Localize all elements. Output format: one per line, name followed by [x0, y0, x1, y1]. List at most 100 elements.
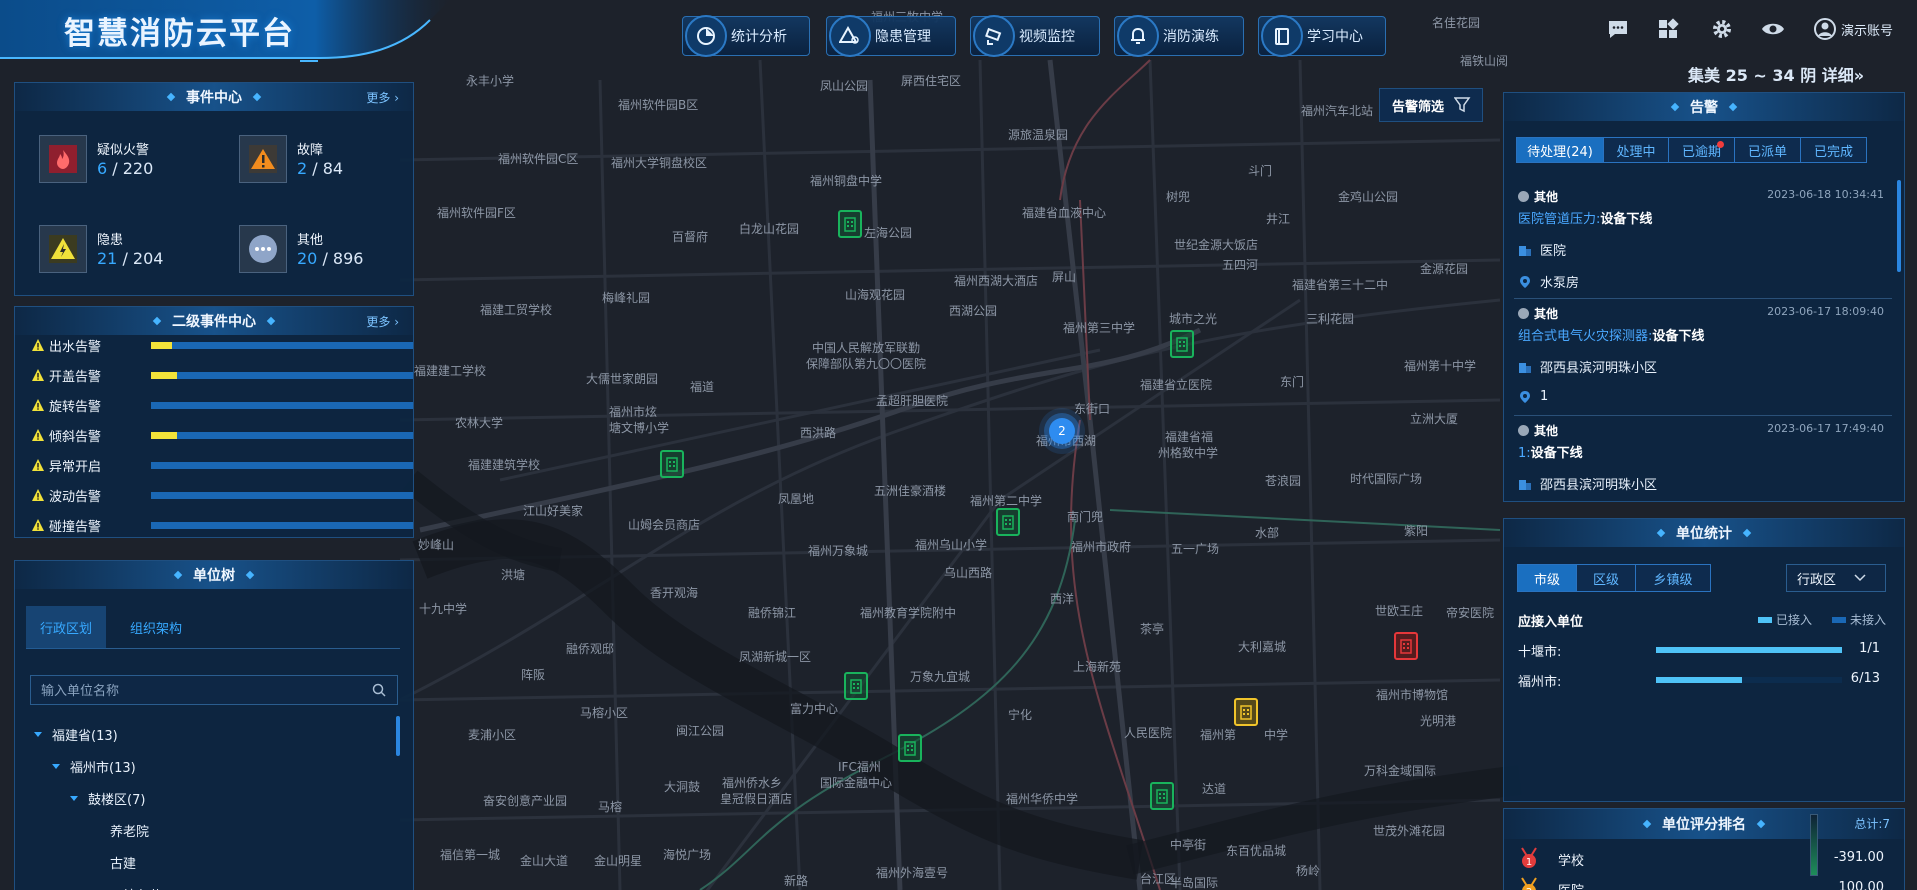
map-marker-building[interactable]	[1150, 782, 1174, 810]
map-marker-building[interactable]	[660, 450, 684, 478]
secondary-event-row[interactable]: 旋转告警	[31, 395, 413, 415]
tab-township-level[interactable]: 乡镇级	[1635, 564, 1711, 592]
ranking-row[interactable]: 2 医院 100.00	[1518, 876, 1884, 890]
tree-node[interactable]: 养老院	[110, 821, 149, 840]
map-place-label: 福州市炫	[609, 405, 658, 419]
tab-alert-completed[interactable]: 已完成	[1800, 137, 1867, 163]
nav-video-monitor[interactable]: 视频监控	[970, 15, 1100, 57]
search-icon[interactable]	[372, 683, 386, 697]
user-name[interactable]: 演示账号	[1841, 20, 1893, 39]
ranking-header: 单位评分排名 总计:7	[1504, 809, 1904, 839]
nav-fire-drill[interactable]: 消防演练	[1114, 15, 1244, 57]
apps-grid-icon[interactable]	[1656, 17, 1680, 41]
tree-node[interactable]: 福建省(13)	[34, 725, 118, 744]
caret-down-icon[interactable]	[52, 764, 60, 769]
secondary-event-row[interactable]: 开盖告警	[31, 365, 413, 385]
tab-city-level[interactable]: 市级	[1517, 564, 1577, 592]
tab-org-structure[interactable]: 组织架构	[116, 606, 196, 649]
map-place-label: 达道	[1202, 782, 1227, 796]
alert-item[interactable]: 其他 2023-06-17 17:49:40 1:设备下线 邵西县滨河明珠小区	[1518, 422, 1884, 527]
tab-alert-dispatched[interactable]: 已派单	[1734, 137, 1801, 163]
tree-scrollbar[interactable]	[396, 716, 400, 756]
weather-info[interactable]: 集美 25 ~ 34 阴 详细»	[1688, 62, 1864, 86]
event-center-more-link[interactable]: 更多 ›	[366, 89, 399, 106]
tab-alert-overdue[interactable]: 已逾期	[1668, 137, 1735, 163]
unit-stats-row[interactable]: 十堰市: 1/1	[1518, 641, 1884, 660]
caret-down-icon[interactable]	[34, 732, 42, 737]
caret-down-icon[interactable]	[70, 796, 78, 801]
ranking-row[interactable]: 1 学校 -391.00	[1518, 846, 1884, 870]
map-marker-building[interactable]	[844, 672, 868, 700]
more-dots-icon	[1518, 308, 1529, 319]
tab-alert-processing[interactable]: 处理中	[1603, 137, 1669, 163]
tab-admin-division[interactable]: 行政区划	[26, 606, 107, 649]
secondary-event-bar-fill	[151, 341, 172, 349]
tab-district-level[interactable]: 区级	[1576, 564, 1636, 592]
map-place-label: 妙峰山	[418, 538, 455, 552]
alert-item[interactable]: 其他 2023-06-18 10:34:41 医院管道压力:设备下线 医院 水泵房	[1514, 188, 1892, 299]
nav-learning-center[interactable]: 学习中心	[1258, 15, 1386, 57]
eye-icon[interactable]	[1761, 17, 1785, 41]
unit-stats-title: 单位统计	[1676, 526, 1732, 542]
map-place-label: 福建省第三十二中	[1292, 278, 1389, 292]
nav-hazard-management[interactable]: 隐患管理	[826, 15, 956, 57]
secondary-event-bar	[151, 371, 413, 379]
map-place-label: IFC福州	[838, 760, 881, 774]
location-pin-icon	[1520, 275, 1530, 288]
alert-scrollbar[interactable]	[1897, 180, 1901, 272]
alert-item[interactable]: 其他 2023-06-17 18:09:40 组合式电气火灾探测器:设备下线 邵西县滨…	[1514, 305, 1892, 416]
secondary-event-row[interactable]: 碰撞告警	[31, 515, 413, 535]
nav-statistics[interactable]: 统计分析	[682, 15, 810, 57]
map-place-label: 东街口	[1074, 402, 1111, 416]
unit-stats-row[interactable]: 福州市: 6/13	[1518, 671, 1884, 690]
map-place-label: 白龙山花园	[739, 222, 800, 236]
map-place-label: 江山好美家	[523, 504, 584, 518]
event-other[interactable]: 其他 20 / 896	[239, 225, 389, 275]
event-suspected-fire[interactable]: 疑似火警 6 / 220	[39, 135, 189, 185]
event-hazard[interactable]: 隐患 21 / 204	[39, 225, 189, 275]
warning-triangle-icon	[32, 429, 44, 441]
map-place-label: 茶亭	[1140, 622, 1165, 636]
tab-alert-pending[interactable]: 待处理(24)	[1516, 137, 1604, 163]
message-icon[interactable]	[1606, 17, 1630, 41]
tree-node[interactable]: 三坊七巷	[110, 885, 162, 890]
alert-unit: 医院	[1518, 240, 1566, 259]
secondary-event-row[interactable]: 异常开启	[31, 455, 413, 475]
tree-node[interactable]: 古建	[110, 853, 136, 872]
region-select[interactable]: 行政区	[1786, 564, 1886, 592]
map-cluster-marker[interactable]: 2	[1049, 418, 1075, 444]
map-marker-building[interactable]	[898, 734, 922, 762]
alert-description: 医院管道压力:设备下线	[1518, 212, 1653, 227]
map-place-label: 福建省血液中心	[1022, 206, 1107, 220]
map-place-label: 宁化	[1008, 708, 1033, 722]
map-place-label: 世欧王庄	[1375, 604, 1424, 618]
unit-stats-bar-fill	[1656, 677, 1742, 683]
map-place-label: 东门	[1280, 375, 1305, 389]
ranking-score: 100.00	[1838, 880, 1885, 890]
map-place-label: 福州西湖大酒店	[954, 274, 1039, 288]
tree-node[interactable]: 福州市(13)	[52, 757, 136, 776]
user-avatar-icon[interactable]	[1813, 17, 1837, 41]
unit-search-input[interactable]	[30, 675, 398, 705]
map-marker-building[interactable]	[996, 508, 1020, 536]
secondary-event-row[interactable]: 倾斜告警	[31, 425, 413, 445]
event-fault[interactable]: 故障 2 / 84	[239, 135, 389, 185]
secondary-event-more-link[interactable]: 更多 ›	[366, 313, 399, 330]
map-marker-building[interactable]	[1170, 330, 1194, 358]
secondary-event-row[interactable]: 出水告警	[31, 335, 413, 355]
map-place-label: 万象九宜城	[910, 670, 971, 684]
map-marker-building-warning[interactable]	[1234, 698, 1258, 726]
tree-node[interactable]: 鼓楼区(7)	[70, 789, 145, 808]
map-marker-building-alarm[interactable]	[1394, 632, 1418, 660]
map-marker-building[interactable]	[838, 210, 862, 238]
gear-icon[interactable]	[1710, 17, 1734, 41]
map-place-label: 五洲佳豪酒楼	[874, 484, 947, 498]
secondary-event-row[interactable]: 波动告警	[31, 485, 413, 505]
alert-description: 1:设备下线	[1518, 446, 1583, 461]
map-place-label: 五四河	[1222, 258, 1259, 272]
map-place-label: 立洲大厦	[1410, 412, 1459, 426]
map-place-label: 闽江公园	[676, 724, 725, 738]
alert-filter-button[interactable]: 告警筛选	[1379, 88, 1483, 122]
unit-stats-header: 单位统计	[1504, 519, 1904, 547]
alert-time: 2023-06-17 18:09:40	[1767, 305, 1884, 318]
